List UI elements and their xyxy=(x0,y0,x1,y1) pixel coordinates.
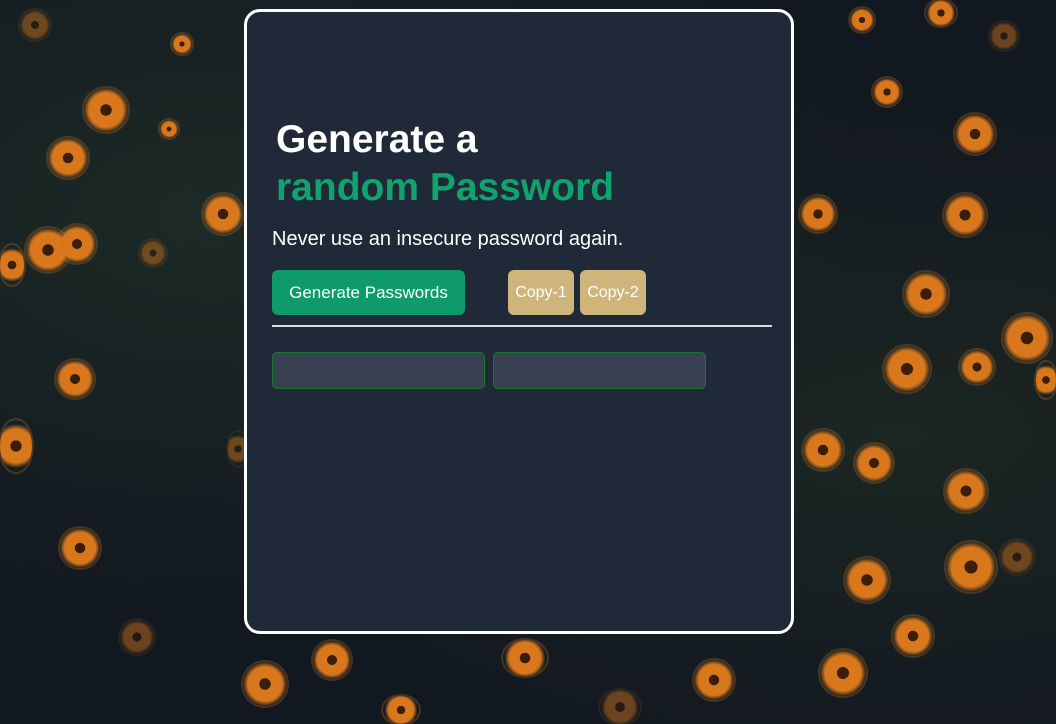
password-field-1[interactable] xyxy=(272,352,485,389)
title-line-1: Generate a xyxy=(276,118,478,161)
flower-decoration xyxy=(56,360,94,398)
copy-2-button[interactable]: Copy-2 xyxy=(580,270,646,315)
password-generator-card: Generate a random Password Never use an … xyxy=(244,9,794,634)
flower-decoration xyxy=(503,640,547,676)
subtitle: Never use an insecure password again. xyxy=(272,228,624,250)
flower-decoration xyxy=(944,194,986,236)
flower-decoration xyxy=(243,662,287,706)
flower-decoration xyxy=(203,194,243,234)
flower-decoration xyxy=(140,240,166,266)
page-title: Generate a random Password xyxy=(276,116,614,212)
copy-1-button[interactable]: Copy-1 xyxy=(508,270,574,315)
flower-decoration xyxy=(84,88,128,132)
flower-decoration xyxy=(172,34,192,54)
title-line-2: random Password xyxy=(276,166,615,209)
flower-decoration xyxy=(120,620,154,654)
flower-decoration xyxy=(803,430,843,470)
flower-decoration xyxy=(845,558,889,602)
flower-decoration xyxy=(1000,540,1034,574)
flower-decoration xyxy=(600,690,640,724)
flower-decoration xyxy=(820,650,866,696)
flower-decoration xyxy=(694,660,734,700)
flower-decoration xyxy=(383,696,419,724)
flower-decoration xyxy=(1003,314,1051,362)
flower-decoration xyxy=(0,420,32,472)
password-field-2[interactable] xyxy=(493,352,706,389)
flower-decoration xyxy=(313,641,351,679)
flower-decoration xyxy=(926,0,956,26)
flower-decoration xyxy=(893,616,933,656)
flower-decoration xyxy=(855,444,893,482)
generate-passwords-button[interactable]: Generate Passwords xyxy=(272,270,465,315)
flower-decoration xyxy=(946,542,996,592)
flower-decoration xyxy=(0,245,24,285)
flower-decoration xyxy=(160,120,178,138)
flower-decoration xyxy=(60,528,100,568)
flower-decoration xyxy=(1036,362,1056,398)
flower-decoration xyxy=(955,114,995,154)
flower-decoration xyxy=(884,346,930,392)
flower-decoration xyxy=(873,78,901,106)
flower-decoration xyxy=(850,8,874,32)
flower-decoration xyxy=(960,350,994,384)
flower-decoration xyxy=(990,22,1018,50)
flower-decoration xyxy=(945,470,987,512)
flower-decoration xyxy=(58,225,96,263)
flower-decoration xyxy=(800,196,836,232)
flower-decoration xyxy=(48,138,88,178)
flower-decoration xyxy=(904,272,948,316)
flower-decoration xyxy=(20,10,50,40)
divider xyxy=(272,325,772,327)
